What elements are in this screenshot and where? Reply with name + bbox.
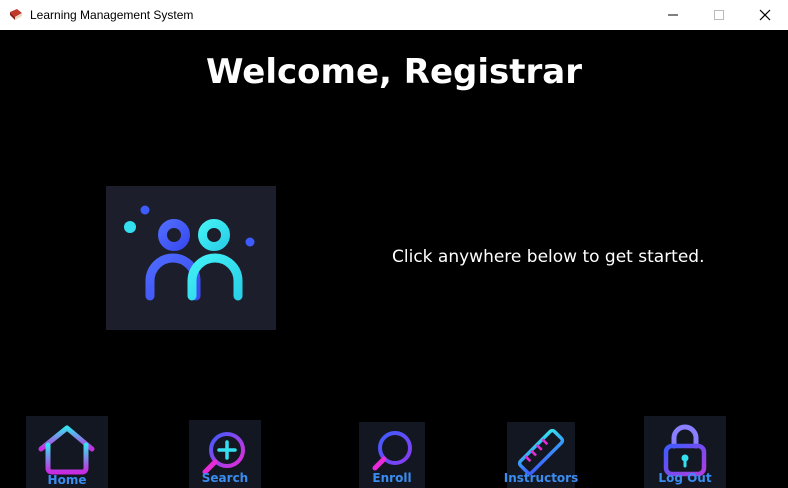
logout-label: Log Out bbox=[658, 471, 712, 485]
home-label: Home bbox=[47, 473, 87, 487]
window-title: Learning Management System bbox=[30, 8, 194, 22]
book-icon bbox=[8, 7, 24, 23]
search-label: Search bbox=[201, 471, 249, 485]
get-started-text: Click anywhere below to get started. bbox=[392, 247, 705, 267]
users-icon bbox=[124, 205, 255, 301]
enroll-label: Enroll bbox=[372, 471, 412, 485]
close-button[interactable] bbox=[742, 0, 788, 30]
users-illustration bbox=[106, 186, 276, 330]
minimize-icon bbox=[668, 14, 678, 16]
maximize-icon bbox=[714, 10, 724, 20]
minimize-button[interactable] bbox=[650, 0, 696, 30]
maximize-button[interactable] bbox=[696, 0, 742, 30]
instructors-label: Instructors bbox=[503, 471, 579, 485]
page-title: Welcome, Registrar bbox=[206, 52, 582, 92]
close-icon bbox=[759, 9, 771, 21]
title-bar: Learning Management System bbox=[0, 0, 788, 30]
